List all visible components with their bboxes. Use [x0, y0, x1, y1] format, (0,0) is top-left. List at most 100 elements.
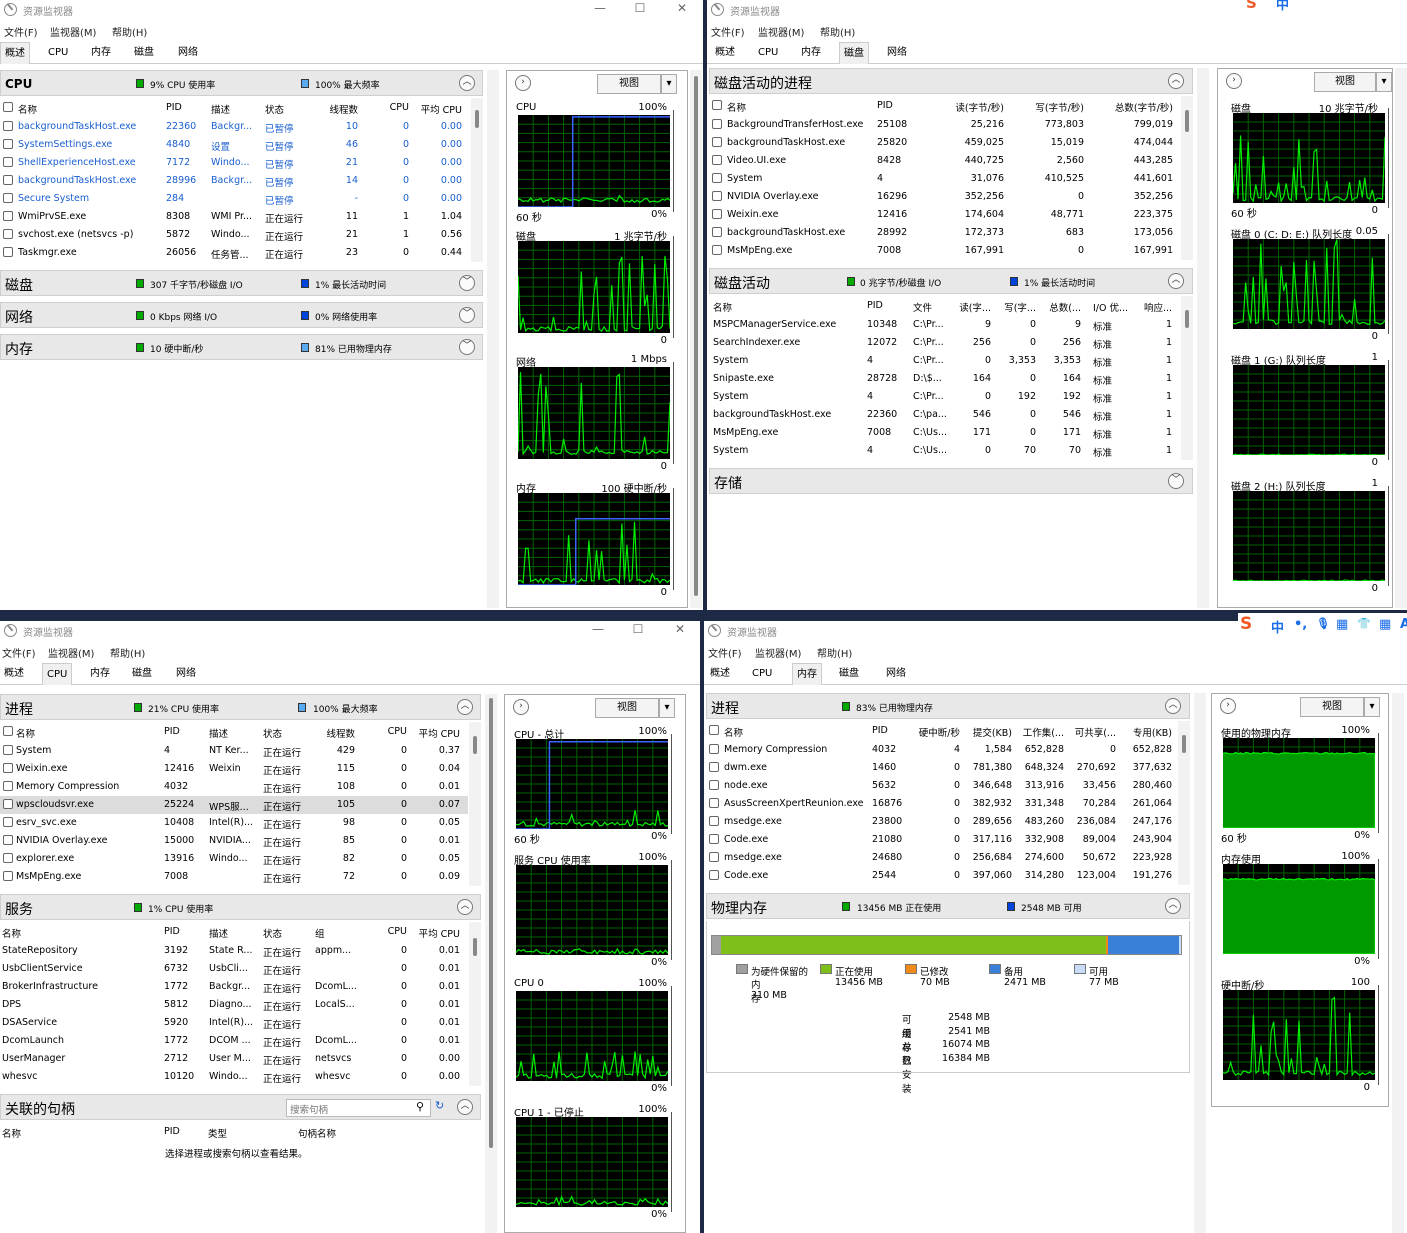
search-handles-input[interactable]: 搜索句柄: [286, 1099, 431, 1117]
table-row[interactable]: System 4 NT Ker... 正在运行 429 0 0.37: [0, 742, 468, 760]
row-checkbox[interactable]: [709, 816, 719, 826]
table-row[interactable]: esrv_svc.exe 10408 Intel(R)... 正在运行 98 0 0.05: [0, 814, 468, 832]
ime-extra[interactable]: A: [1400, 617, 1407, 632]
tab-memory[interactable]: 内存: [797, 42, 825, 64]
select-all-checkbox[interactable]: [3, 726, 13, 736]
disk-section-header[interactable]: 磁盘 307 千字节/秒磁盘 I/O 1% 最长活动时间 ﹀: [0, 270, 483, 296]
tab-overview[interactable]: 概述: [0, 663, 28, 685]
table-row[interactable]: wpscloudsvr.exe 25224 WPS服... 正在运行 105 0 0.07: [0, 796, 468, 814]
menu-file[interactable]: 文件(F): [711, 24, 745, 39]
row-checkbox[interactable]: [709, 834, 719, 844]
row-checkbox[interactable]: [3, 835, 13, 845]
table-row[interactable]: Memory Compression 4032 4 1,584 652,828 0 652,…: [706, 741, 1178, 759]
table-row[interactable]: Weixin.exe 12416 Weixin 正在运行 115 0 0.04: [0, 760, 468, 778]
row-checkbox[interactable]: [712, 155, 722, 165]
column-header[interactable]: PID: [164, 726, 180, 737]
column-header[interactable]: CPU: [385, 726, 407, 737]
row-checkbox[interactable]: [3, 121, 13, 131]
expand-icon[interactable]: ﹀: [1168, 473, 1184, 489]
collapse-graphs-icon[interactable]: ›: [513, 699, 529, 715]
menu-help[interactable]: 帮助(H): [110, 645, 145, 660]
column-header[interactable]: 线程数: [305, 726, 355, 740]
row-checkbox[interactable]: [709, 780, 719, 790]
tab-cpu[interactable]: CPU: [44, 42, 72, 64]
ime-toolbar-top[interactable]: S 中: [1246, 0, 1407, 13]
column-header[interactable]: PID: [867, 300, 883, 311]
column-header[interactable]: 写(字节/秒): [1009, 100, 1084, 114]
network-section-header[interactable]: 网络 0 Kbps 网络 I/O 0% 网络使用率 ﹀: [0, 302, 483, 328]
table-row[interactable]: node.exe 5632 0 346,648 313,916 33,456 280,460: [706, 777, 1178, 795]
table-row[interactable]: backgroundTaskHost.exe 22360 C:\pa... 546 0 5…: [709, 406, 1181, 424]
keyboard-icon[interactable]: ▦: [1336, 617, 1348, 632]
collapse-icon[interactable]: ︿: [457, 899, 473, 915]
column-header[interactable]: 读(字...: [955, 300, 991, 314]
table-row[interactable]: backgroundTaskHost.exe 28996 Backgr... 已暂停 1…: [0, 172, 470, 190]
mic-icon[interactable]: 🎙: [1316, 617, 1330, 630]
table-row[interactable]: MsMpEng.exe 7008 167,991 0 167,991: [709, 242, 1181, 260]
scrollbar[interactable]: [471, 98, 483, 262]
collapse-icon[interactable]: ︿: [1165, 698, 1181, 714]
column-header[interactable]: CPU: [385, 926, 407, 937]
row-checkbox[interactable]: [712, 245, 722, 255]
skin-icon[interactable]: 👕: [1357, 617, 1371, 630]
minimize-button[interactable]: —: [580, 1, 620, 19]
row-checkbox[interactable]: [709, 744, 719, 754]
table-row[interactable]: DSAService 5920 Intel(R)... 正在运行 0 0.01: [0, 1014, 468, 1032]
close-button[interactable]: ✕: [660, 622, 700, 640]
column-header[interactable]: 描述: [209, 726, 228, 740]
disk-processes-header[interactable]: 磁盘活动的进程 ︿: [709, 68, 1193, 94]
table-row[interactable]: backgroundTaskHost.exe 28992 172,373 683 173…: [709, 224, 1181, 242]
column-header[interactable]: 线程数: [310, 102, 358, 116]
table-row[interactable]: NVIDIA Overlay.exe 16296 352,256 0 352,256: [709, 188, 1181, 206]
main-scrollbar[interactable]: [487, 70, 499, 608]
scrollbar[interactable]: [1181, 96, 1193, 260]
table-row[interactable]: backgroundTaskHost.exe 25820 459,025 15,019…: [709, 134, 1181, 152]
toolbox-icon[interactable]: ▦: [1379, 617, 1391, 632]
row-checkbox[interactable]: [712, 191, 722, 201]
column-header[interactable]: PID: [877, 100, 893, 111]
row-checkbox[interactable]: [3, 871, 13, 881]
tab-overview[interactable]: 概述: [706, 663, 734, 685]
expand-icon[interactable]: ﹀: [459, 275, 475, 291]
menu-help[interactable]: 帮助(H): [112, 24, 147, 39]
menu-monitor[interactable]: 监视器(M): [48, 645, 94, 660]
row-checkbox[interactable]: [712, 227, 722, 237]
tab-memory[interactable]: 内存: [87, 42, 115, 64]
row-checkbox[interactable]: [712, 209, 722, 219]
memory-section-header[interactable]: 内存 10 硬中断/秒 81% 已用物理内存 ﹀: [0, 334, 483, 360]
column-header[interactable]: 硬中断/秒: [916, 725, 960, 739]
select-all-checkbox[interactable]: [709, 725, 719, 735]
column-header[interactable]: CPU: [385, 102, 409, 113]
table-row[interactable]: MsMpEng.exe 7008 正在运行 72 0 0.09: [0, 868, 468, 886]
row-checkbox[interactable]: [712, 173, 722, 183]
column-header[interactable]: 名称: [2, 1126, 21, 1140]
row-checkbox[interactable]: [709, 870, 719, 880]
table-row[interactable]: StateRepository 3192 State R... 正在运行 appm...…: [0, 942, 468, 960]
collapse-graphs-icon[interactable]: ›: [1220, 698, 1236, 714]
chevron-down-icon[interactable]: ▾: [1376, 72, 1392, 92]
table-row[interactable]: dwm.exe 1460 0 781,380 648,324 270,692 377,632: [706, 759, 1178, 777]
table-row[interactable]: Memory Compression 4032 正在运行 108 0 0.01: [0, 778, 468, 796]
column-header[interactable]: 文件: [913, 300, 932, 314]
row-checkbox[interactable]: [3, 745, 13, 755]
row-checkbox[interactable]: [3, 139, 13, 149]
tab-network[interactable]: 网络: [883, 42, 911, 64]
row-checkbox[interactable]: [712, 119, 722, 129]
column-header[interactable]: 平均 CPU: [420, 102, 462, 116]
tab-cpu[interactable]: CPU: [42, 663, 73, 685]
table-row[interactable]: System 4 C:\Us... 0 70 70 标准 1: [709, 442, 1181, 460]
expand-icon[interactable]: ﹀: [459, 307, 475, 323]
table-row[interactable]: UserManager 2712 User M... 正在运行 netsvcs 0 0.00: [0, 1050, 468, 1068]
ime-mode[interactable]: 中: [1276, 0, 1289, 13]
column-header[interactable]: 总数(字节/秒): [1094, 100, 1173, 114]
tab-network[interactable]: 网络: [882, 663, 910, 685]
collapse-icon[interactable]: ︿: [1168, 73, 1184, 89]
tab-overview[interactable]: 概述: [711, 42, 739, 64]
column-header[interactable]: 描述: [211, 102, 230, 116]
select-all-checkbox[interactable]: [3, 102, 13, 112]
processes-header[interactable]: 进程 83% 已用物理内存 ︿: [706, 693, 1190, 719]
table-row[interactable]: Weixin.exe 12416 174,604 48,771 223,375: [709, 206, 1181, 224]
collapse-icon[interactable]: ︿: [459, 75, 475, 91]
view-dropdown[interactable]: 视图: [1300, 697, 1364, 717]
table-row[interactable]: Snipaste.exe 28728 D:\$... 164 0 164 标准 1: [709, 370, 1181, 388]
